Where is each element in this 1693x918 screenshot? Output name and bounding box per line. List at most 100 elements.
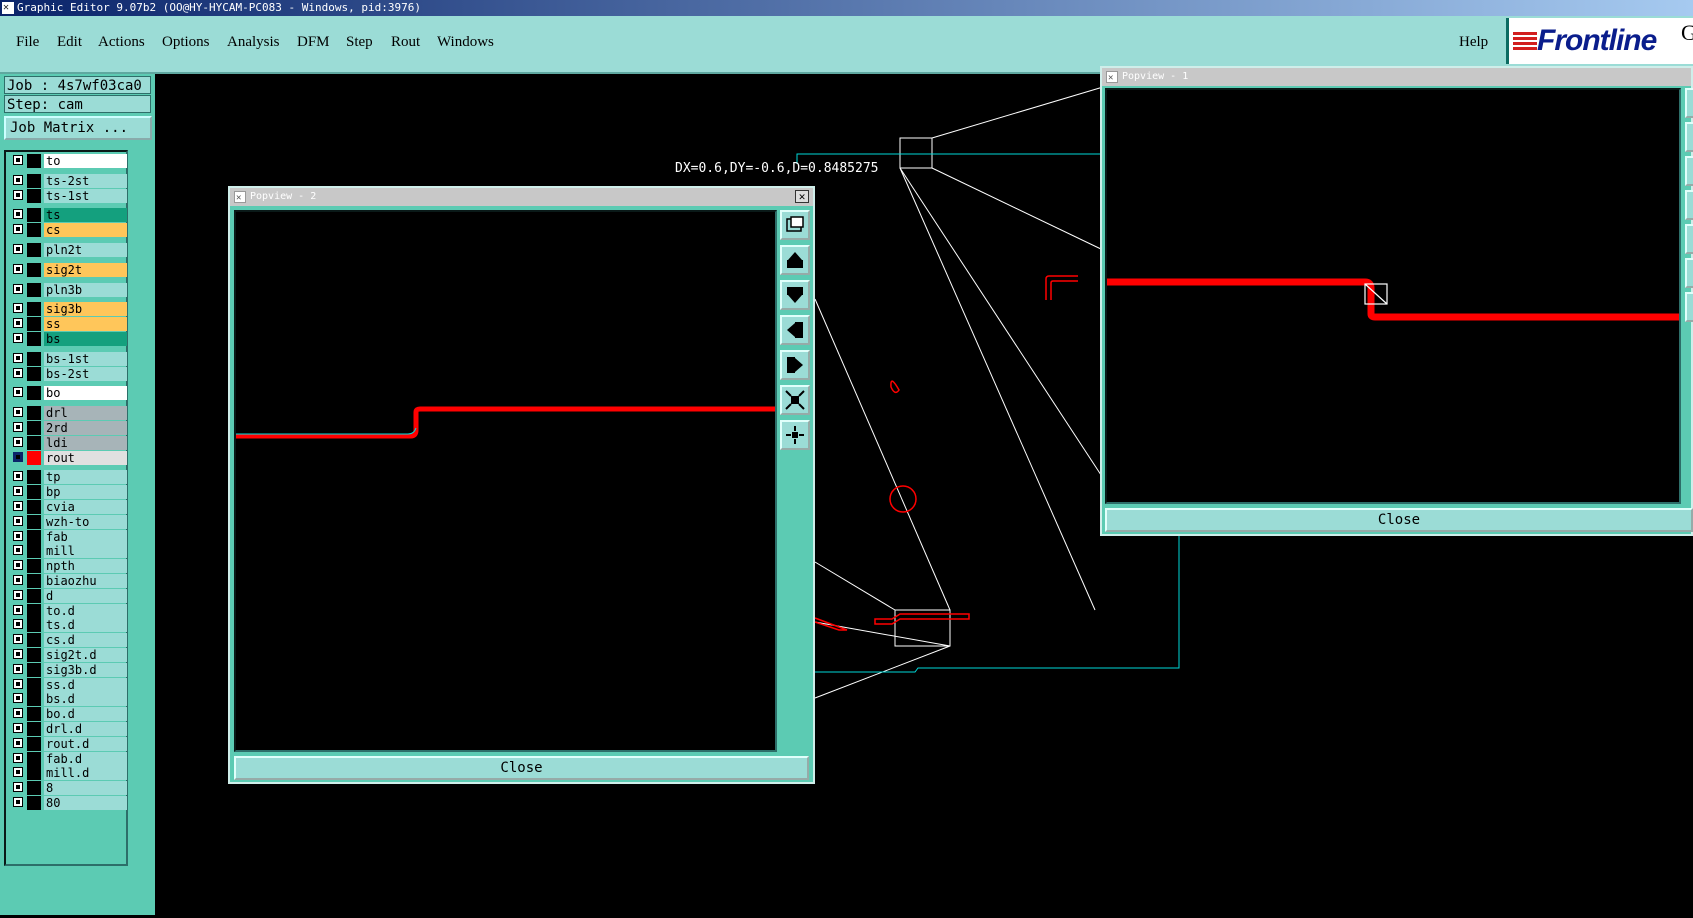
- layer-row[interactable]: bo: [9, 386, 127, 401]
- layer-checkbox[interactable]: [13, 752, 23, 763]
- menu-windows[interactable]: Windows: [437, 34, 494, 51]
- popview-1-close-button[interactable]: Close: [1105, 508, 1693, 532]
- layer-name[interactable]: drl.d: [44, 722, 127, 736]
- layer-name[interactable]: bo.d: [44, 707, 127, 722]
- layer-row[interactable]: fab.d: [9, 751, 127, 766]
- layer-name[interactable]: rout: [44, 450, 127, 465]
- layer-row[interactable]: sig2t.d: [9, 648, 127, 662]
- pan-up-button[interactable]: [780, 245, 810, 275]
- layer-name[interactable]: biaozhu: [44, 574, 127, 588]
- popview-1-toolbar-button[interactable]: [1685, 224, 1693, 254]
- popview-2-titlebar[interactable]: Popview - 2 ✕: [230, 188, 813, 207]
- layer-row[interactable]: ts-1st: [9, 188, 127, 203]
- menu-actions[interactable]: Actions: [98, 34, 145, 51]
- layer-name[interactable]: cs.d: [44, 633, 127, 648]
- layer-row[interactable]: ts: [9, 208, 127, 223]
- layer-row[interactable]: mill.d: [9, 766, 127, 781]
- layer-name[interactable]: to.d: [44, 603, 127, 618]
- layer-row[interactable]: ts.d: [9, 618, 127, 633]
- popview-1-view[interactable]: [1105, 88, 1681, 504]
- layer-checkbox[interactable]: [13, 155, 23, 165]
- layer-row[interactable]: cs.d: [9, 633, 127, 648]
- layer-row[interactable]: bs-1st: [9, 351, 127, 366]
- layer-checkbox[interactable]: [13, 560, 23, 571]
- layer-row[interactable]: rout.d: [9, 736, 127, 751]
- layer-checkbox[interactable]: [13, 649, 23, 659]
- layer-row[interactable]: wzh-to: [9, 514, 127, 529]
- layer-row[interactable]: drl.d: [9, 722, 127, 736]
- layer-checkbox[interactable]: [13, 352, 23, 363]
- layer-checkbox[interactable]: [13, 501, 23, 511]
- zoom-in-button[interactable]: [780, 385, 810, 415]
- menu-analysis[interactable]: Analysis: [227, 34, 280, 51]
- pan-down-button[interactable]: [780, 280, 810, 310]
- layer-row[interactable]: 2rd: [9, 421, 127, 435]
- layer-checkbox[interactable]: [13, 283, 23, 294]
- layer-name[interactable]: ss: [44, 317, 127, 332]
- layer-row[interactable]: rout: [9, 450, 127, 465]
- layer-checkbox[interactable]: [13, 303, 23, 314]
- layer-checkbox[interactable]: [13, 224, 23, 235]
- layer-list[interactable]: to ts-2st ts-1st ts cs pln2t sig2t pln3b sig3b ss…: [4, 150, 128, 866]
- layer-checkbox[interactable]: [13, 634, 23, 645]
- layer-checkbox[interactable]: [13, 708, 23, 719]
- layer-checkbox[interactable]: [13, 244, 23, 254]
- layer-row[interactable]: cs: [9, 223, 127, 238]
- layer-row[interactable]: fab: [9, 529, 127, 544]
- layer-row[interactable]: to.d: [9, 603, 127, 618]
- layer-name[interactable]: pln2t: [44, 243, 127, 257]
- layer-checkbox[interactable]: [13, 333, 23, 343]
- layer-checkbox[interactable]: [13, 407, 23, 418]
- layer-row[interactable]: bo.d: [9, 707, 127, 722]
- layer-row[interactable]: bs-2st: [9, 366, 127, 381]
- layer-checkbox[interactable]: [13, 422, 23, 432]
- layer-row[interactable]: sig3b: [9, 302, 127, 317]
- layer-name[interactable]: tp: [44, 470, 127, 485]
- layer-checkbox[interactable]: [13, 545, 23, 556]
- menu-help[interactable]: Help: [1459, 34, 1488, 51]
- layer-name[interactable]: bs: [44, 332, 127, 346]
- layer-name[interactable]: sig2t: [44, 262, 127, 277]
- layer-name[interactable]: 80: [44, 796, 127, 810]
- layer-row[interactable]: bs: [9, 332, 127, 346]
- layer-checkbox[interactable]: [13, 782, 23, 793]
- popview-1-toolbar-button[interactable]: [1685, 88, 1693, 118]
- layer-row[interactable]: 8: [9, 781, 127, 796]
- layer-checkbox[interactable]: [13, 619, 23, 630]
- layer-name[interactable]: npth: [44, 559, 127, 574]
- layer-name[interactable]: mill: [44, 544, 127, 559]
- layer-row[interactable]: to: [9, 154, 127, 168]
- layer-row[interactable]: cvia: [9, 500, 127, 514]
- layer-checkbox[interactable]: [13, 486, 23, 497]
- layer-row[interactable]: tp: [9, 470, 127, 485]
- zoom-fit-button[interactable]: [780, 210, 810, 240]
- layer-checkbox[interactable]: [13, 367, 23, 378]
- popview-2-view[interactable]: [234, 210, 777, 752]
- layer-checkbox[interactable]: [13, 589, 23, 600]
- layer-name[interactable]: bs.d: [44, 692, 127, 707]
- layer-row[interactable]: pln3b: [9, 282, 127, 297]
- layer-name[interactable]: bs-2st: [44, 366, 127, 381]
- layer-name[interactable]: bs-1st: [44, 351, 127, 366]
- zoom-out-button[interactable]: [780, 420, 810, 450]
- layer-name[interactable]: 2rd: [44, 421, 127, 435]
- layer-checkbox[interactable]: [13, 174, 23, 185]
- layer-checkbox[interactable]: [13, 209, 23, 220]
- layer-name[interactable]: ts-2st: [44, 173, 127, 188]
- layer-row[interactable]: sig2t: [9, 262, 127, 277]
- layer-checkbox[interactable]: [13, 263, 23, 274]
- layer-checkbox[interactable]: [13, 797, 23, 807]
- layer-name[interactable]: sig2t.d: [44, 648, 127, 662]
- layer-name[interactable]: rout.d: [44, 736, 127, 751]
- layer-row[interactable]: ts-2st: [9, 173, 127, 188]
- layer-checkbox[interactable]: [13, 451, 23, 462]
- job-matrix-button[interactable]: Job Matrix ...: [4, 116, 152, 140]
- popview-2-close-button[interactable]: Close: [234, 756, 809, 780]
- layer-name[interactable]: sig3b: [44, 302, 127, 317]
- popview-1-toolbar-button[interactable]: [1685, 258, 1693, 288]
- layer-name[interactable]: cs: [44, 223, 127, 238]
- layer-name[interactable]: d: [44, 588, 127, 603]
- layer-checkbox[interactable]: [13, 663, 23, 674]
- layer-checkbox[interactable]: [13, 318, 23, 329]
- layer-name[interactable]: wzh-to: [44, 514, 127, 529]
